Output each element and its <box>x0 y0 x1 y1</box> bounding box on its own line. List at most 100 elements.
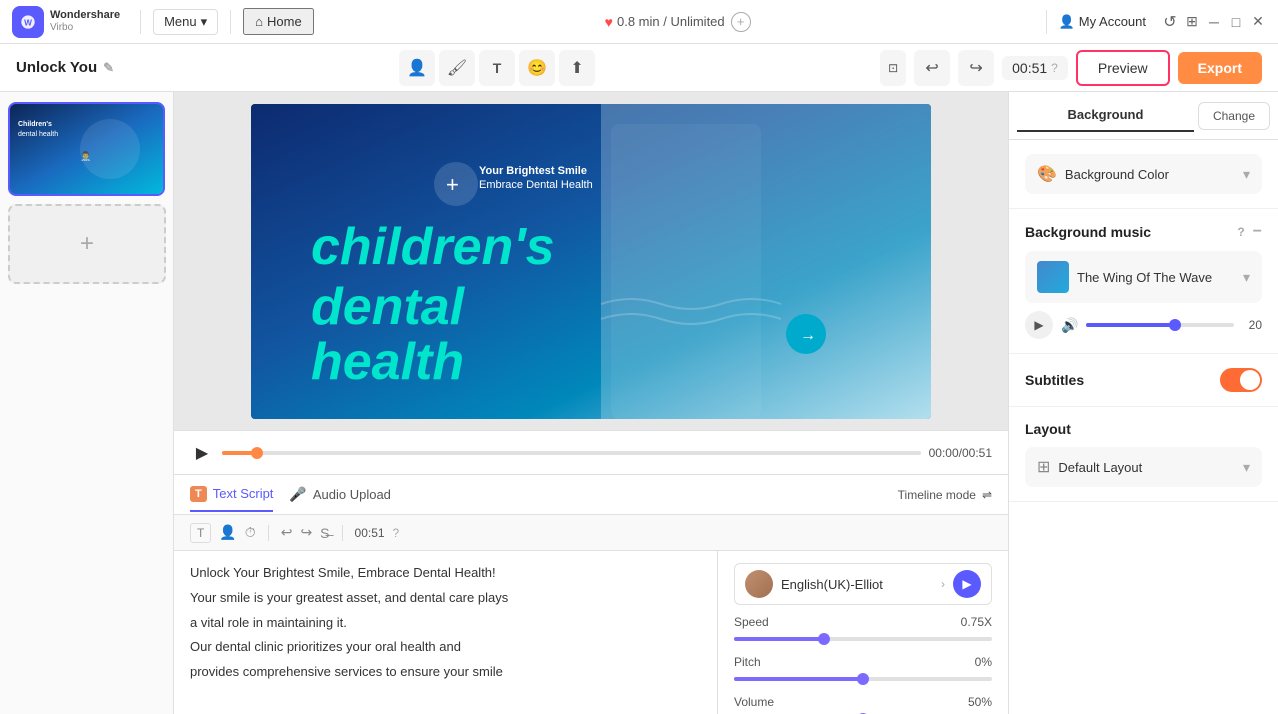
tab-right: Timeline mode ⇌ <box>898 488 992 502</box>
tab-audio-upload[interactable]: 🎤 Audio Upload <box>289 478 391 511</box>
project-title-text: Unlock You <box>16 59 97 76</box>
script-help-icon[interactable]: ? <box>393 526 400 540</box>
menu-label: Menu <box>164 14 197 29</box>
window-controls: ↺ ⊞ ─ □ ✕ <box>1162 14 1266 30</box>
subtitles-label: Subtitles <box>1025 372 1084 388</box>
my-account-button[interactable]: 👤 My Account <box>1059 14 1146 30</box>
divider-3 <box>1046 10 1047 34</box>
text-script-label: Text Script <box>213 486 274 501</box>
emoji-tool[interactable]: 😊 <box>519 50 555 86</box>
logo-product: Virbo <box>50 22 120 34</box>
undo-button[interactable]: ↩ <box>914 50 950 86</box>
strikethrough-icon[interactable]: S̶ <box>320 525 329 541</box>
progress-thumb <box>251 447 263 459</box>
voice-chevron-icon: › <box>941 577 945 591</box>
text-script-icon: T <box>190 486 207 502</box>
toolbar-tools: 👤 🖌 T 😊 ⬆ <box>399 50 595 86</box>
music-help-icon[interactable]: ? <box>1237 225 1244 239</box>
bg-color-row[interactable]: 🎨 Background Color ▾ <box>1025 154 1262 194</box>
bg-music-section: Background music ? − The Wing Of The Wav… <box>1009 209 1278 354</box>
play-voice-button[interactable]: ▶ <box>953 570 981 598</box>
redo-text-icon[interactable]: ↪ <box>300 524 312 541</box>
scene-1-card[interactable]: 1 Children's dental health 👨‍⚕️ <box>8 102 165 196</box>
script-line-2: Your smile is your greatest asset, and d… <box>190 588 701 609</box>
right-tab-header: Background Change <box>1009 92 1278 140</box>
person-icon[interactable]: 👤 <box>219 524 236 541</box>
project-title: Unlock You ✎ <box>16 59 114 76</box>
bg-music-label: Background music <box>1025 224 1151 240</box>
play-button[interactable]: ▶ <box>190 441 214 465</box>
home-label: Home <box>267 14 302 29</box>
subtitle-display-toggle[interactable]: ⊡ <box>880 50 906 86</box>
maximize-button[interactable]: □ <box>1228 14 1244 30</box>
volume-icon: 🔊 <box>1061 317 1078 334</box>
script-text-area[interactable]: Unlock Your Brightest Smile, Embrace Den… <box>174 551 718 714</box>
content-area: Unlock Your Brightest Smile, Embrace Den… <box>174 551 1008 714</box>
music-thumbnail <box>1037 261 1069 293</box>
help-icon[interactable]: ? <box>1051 61 1058 75</box>
undo-window-icon[interactable]: ↺ <box>1162 14 1178 30</box>
logo-brand: Wondershare <box>50 9 120 22</box>
timeline-mode-label: Timeline mode <box>898 488 976 502</box>
logo-icon: W <box>12 6 44 38</box>
add-scene-button[interactable]: + <box>8 204 166 284</box>
export-button[interactable]: Export <box>1178 52 1262 84</box>
tab-background[interactable]: Background <box>1017 99 1194 132</box>
account-icon: 👤 <box>1059 14 1075 30</box>
divider-1 <box>140 10 141 34</box>
bg-color-label: Background Color <box>1065 167 1235 182</box>
subtitles-toggle[interactable] <box>1220 368 1262 392</box>
audio-upload-label: Audio Upload <box>313 487 391 502</box>
plus-icon: + <box>80 230 94 258</box>
time-label: 0.8 min / Unlimited <box>617 14 725 29</box>
svg-text:dental health: dental health <box>18 131 58 138</box>
music-collapse-icon[interactable]: − <box>1253 223 1262 241</box>
topbar-center: ♥ 0.8 min / Unlimited + <box>322 12 1034 32</box>
edit-title-icon[interactable]: ✎ <box>103 60 114 76</box>
minimize-button[interactable]: ─ <box>1206 14 1222 30</box>
pitch-value: 0% <box>975 655 992 669</box>
upload-tool[interactable]: ⬆ <box>559 50 595 86</box>
subtitles-row: Subtitles <box>1025 368 1262 392</box>
text-tool[interactable]: T <box>479 50 515 86</box>
layout-title: Layout <box>1025 421 1262 437</box>
undo-text-icon[interactable]: ↩ <box>281 524 293 541</box>
pitch-thumb <box>857 673 869 685</box>
close-button[interactable]: ✕ <box>1250 14 1266 30</box>
logo-text-group: Wondershare Virbo <box>50 9 120 34</box>
timeline-mode-icon[interactable]: ⇌ <box>982 488 992 502</box>
change-button[interactable]: Change <box>1198 102 1270 130</box>
svg-text:👨‍⚕️: 👨‍⚕️ <box>80 150 91 161</box>
music-volume-thumb <box>1169 319 1181 331</box>
voice-avatar <box>745 570 773 598</box>
svg-text:dental: dental <box>311 278 466 336</box>
music-play-button[interactable]: ▶ <box>1025 311 1053 339</box>
grid-icon[interactable]: ⊞ <box>1184 14 1200 30</box>
music-volume-slider[interactable] <box>1086 323 1234 327</box>
svg-text:→: → <box>800 327 816 344</box>
pitch-slider[interactable] <box>734 677 992 681</box>
music-track-selector[interactable]: The Wing Of The Wave ▾ <box>1025 251 1262 303</box>
speed-label-row: Speed 0.75X <box>734 615 992 629</box>
pitch-control: Pitch 0% <box>734 655 992 685</box>
svg-text:health: health <box>311 333 464 391</box>
voice-selector[interactable]: English(UK)-Elliot › ▶ <box>734 563 992 605</box>
speed-thumb <box>818 633 830 645</box>
canvas[interactable]: + Your Brightest Smile Embrace Dental He… <box>251 104 931 419</box>
text-insert-icon[interactable]: T <box>190 523 211 543</box>
brush-tool[interactable]: 🖌 <box>439 50 475 86</box>
tab-text-script[interactable]: T Text Script <box>190 478 273 512</box>
layout-selector[interactable]: ⊞ Default Layout ▾ <box>1025 447 1262 487</box>
avatar-tool[interactable]: 👤 <box>399 50 435 86</box>
speed-slider[interactable] <box>734 637 992 641</box>
home-button[interactable]: ⌂ Home <box>243 8 314 35</box>
preview-button[interactable]: Preview <box>1076 50 1170 86</box>
redo-button[interactable]: ↪ <box>958 50 994 86</box>
clock-icon[interactable]: ⏱ <box>245 524 256 541</box>
add-time-button[interactable]: + <box>731 12 751 32</box>
divider-actions-2 <box>342 525 343 541</box>
script-time-display: 00:51 <box>355 526 385 540</box>
svg-text:+: + <box>446 172 459 197</box>
progress-bar[interactable] <box>222 451 921 455</box>
menu-button[interactable]: Menu ▾ <box>153 9 218 35</box>
